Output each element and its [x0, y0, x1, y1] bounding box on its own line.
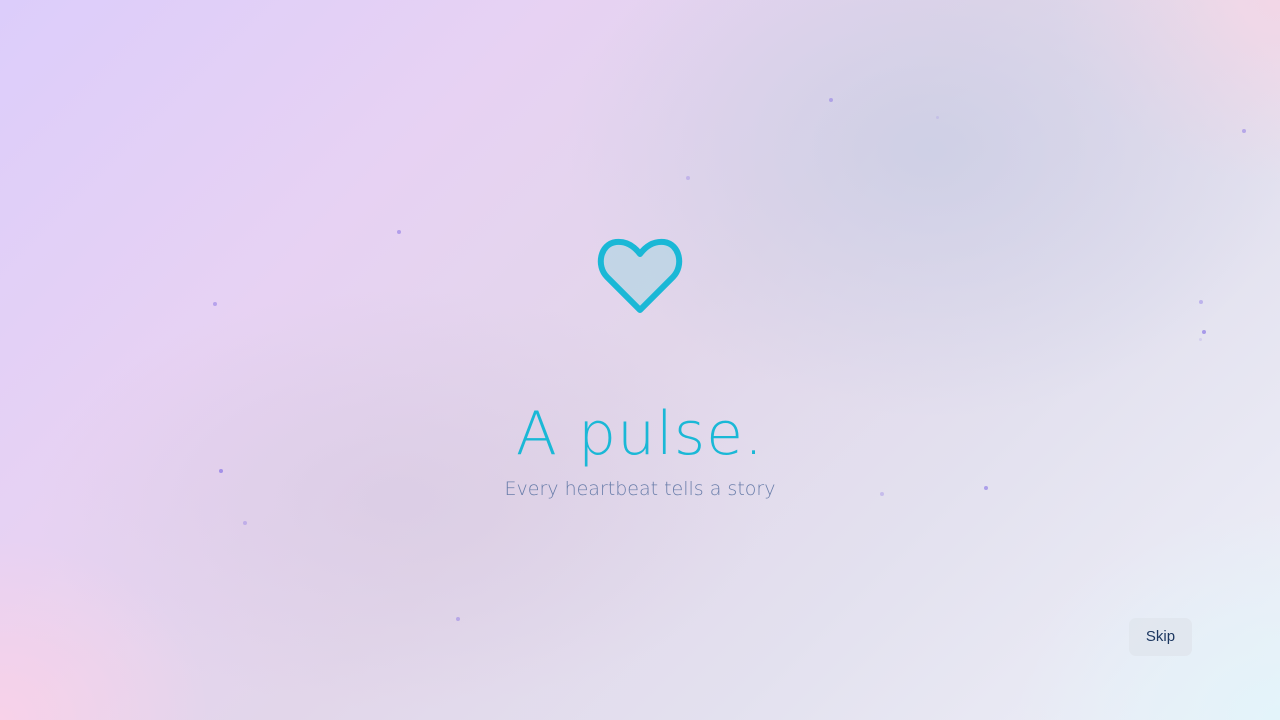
heart-outline-icon [597, 238, 683, 313]
skip-button[interactable]: Skip [1129, 618, 1192, 656]
hero-title: A pulse. [515, 399, 765, 469]
hero-subtitle: Every heartbeat tells a story [504, 478, 776, 500]
splash-hero: A pulse. Every heartbeat tells a story [0, 0, 1280, 720]
